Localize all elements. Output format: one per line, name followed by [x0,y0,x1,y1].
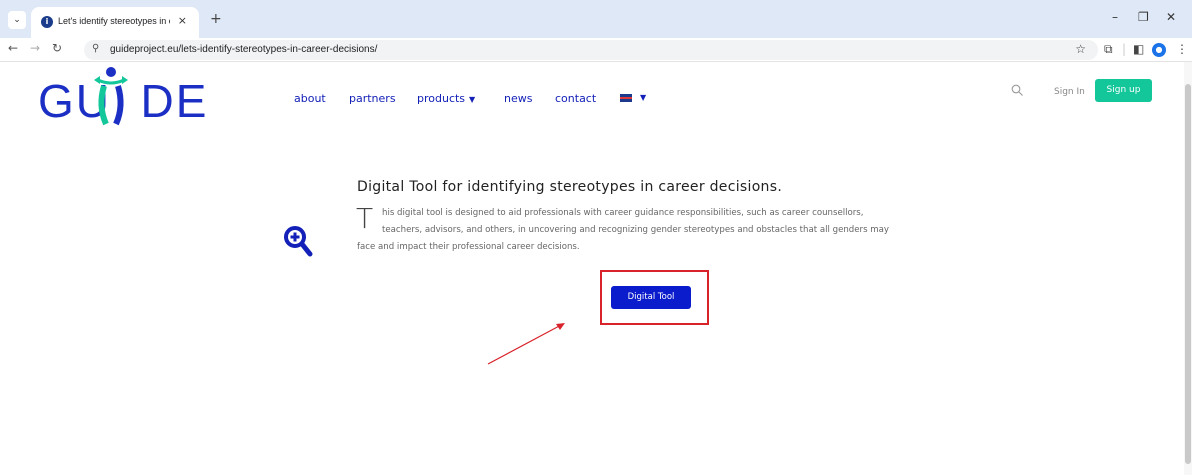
site-info-icon[interactable]: ⚲ [92,43,99,54]
scrollbar-thumb[interactable] [1185,84,1191,464]
restore-icon[interactable]: ❐ [1138,10,1149,24]
nav-contact[interactable]: contact [555,92,596,105]
tab-favicon-icon: i [41,16,53,28]
sign-in-link[interactable]: Sign In [1054,87,1085,97]
side-panel-icon[interactable]: ◧ [1133,42,1144,56]
annotation-arrow-icon [487,323,565,365]
extensions-icon[interactable]: ⧉ [1104,42,1113,57]
forward-arrow-icon[interactable]: → [30,41,40,55]
tab-search-chevron-icon[interactable]: ⌄ [8,11,26,29]
search-icon[interactable] [1011,84,1023,96]
chevron-down-icon: ▼ [469,95,476,104]
nav-products-label: products [417,92,466,105]
zoom-in-icon [284,226,313,257]
url-text[interactable]: guideproject.eu/lets-identify-stereotype… [110,44,377,55]
nav-products[interactable]: products ▼ [417,92,475,105]
paragraph-line-3: face and impact their professional caree… [357,242,580,252]
back-arrow-icon[interactable]: ← [8,41,18,55]
nav-about[interactable]: about [294,92,326,105]
more-menu-icon[interactable]: ⋮ [1176,42,1188,56]
address-bar[interactable]: ⚲ guideproject.eu/lets-identify-stereoty… [84,40,1098,60]
browser-tab[interactable]: i Let's identify stereotypes in care × [31,7,199,38]
paragraph-line-2: teachers, advisors, and others, in uncov… [382,225,890,235]
close-window-icon[interactable]: ✕ [1166,10,1176,24]
page-scrollbar[interactable] [1184,62,1192,475]
window-controls: – ❐ ✕ [1112,10,1184,28]
sign-up-button[interactable]: Sign up [1095,79,1152,102]
language-chevron-down-icon[interactable]: ▼ [640,93,646,102]
tab-close-icon[interactable]: × [178,14,187,27]
new-tab-button[interactable]: + [210,11,222,27]
toolbar-divider: | [1122,42,1127,56]
nav-partners[interactable]: partners [349,92,396,105]
profile-avatar[interactable]: ● [1152,43,1166,57]
paragraph-dropcap: T [356,202,374,235]
browser-toolbar: ← → ↻ ⚲ guideproject.eu/lets-identify-st… [0,38,1192,62]
reload-icon[interactable]: ↻ [52,41,62,55]
digital-tool-button[interactable]: Digital Tool [611,286,691,309]
uk-flag-icon[interactable] [620,94,632,102]
tab-title: Let's identify stereotypes in care [58,16,170,26]
bookmark-star-icon[interactable]: ☆ [1075,42,1086,56]
browser-tab-bar: ⌄ i Let's identify stereotypes in care ×… [0,0,1192,38]
page-heading: Digital Tool for identifying stereotypes… [357,179,783,195]
nav-news[interactable]: news [504,92,532,105]
paragraph-line-1: his digital tool is designed to aid prof… [382,208,864,218]
minimize-icon[interactable]: – [1112,10,1118,24]
